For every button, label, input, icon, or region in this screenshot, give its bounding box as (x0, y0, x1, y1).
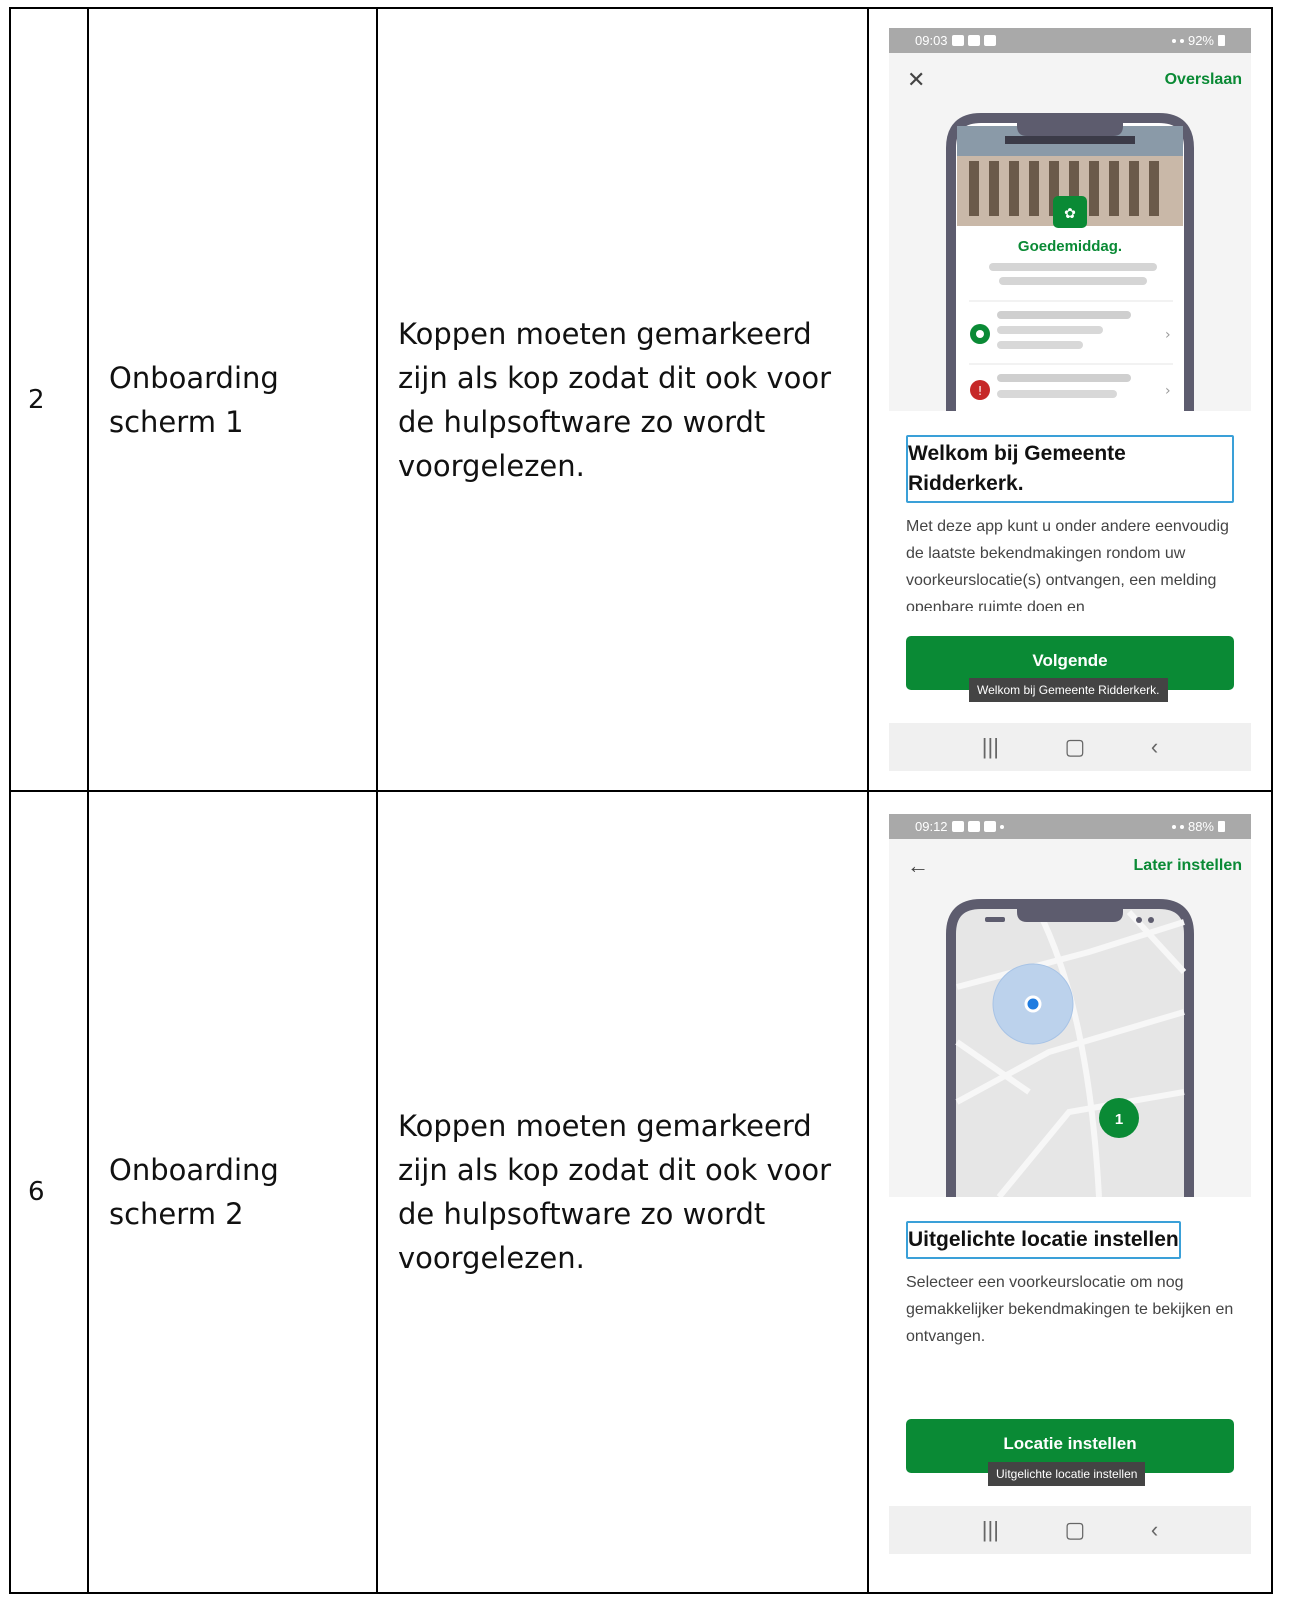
status-time: 09:03 (915, 33, 948, 48)
phone-screenshot: 09:03 92% ✕ Overslaan ✿ Goedemiddag. › !… (889, 28, 1251, 771)
wifi-icon (1179, 824, 1184, 829)
bluetooth-icon (1171, 38, 1176, 43)
svg-text:!: ! (978, 384, 983, 398)
table-row: 2 Onboarding scherm 1 Koppen moeten gema… (9, 7, 1273, 792)
battery-level: 92% (1187, 33, 1214, 48)
onboarding-body: Selecteer een voorkeurslocatie om nog ge… (906, 1274, 1234, 1345)
description-cell: Koppen moeten gemarkeerd zijn als kop zo… (376, 7, 869, 792)
issue-description: Koppen moeten gemarkeerd zijn als kop zo… (398, 316, 832, 483)
svg-text:›: › (1165, 383, 1171, 399)
recent-apps-icon[interactable]: ||| (982, 734, 999, 760)
status-bar: 09:03 92% (889, 28, 1251, 53)
svg-text:✿: ✿ (1064, 205, 1076, 221)
table-row: 6 Onboarding scherm 2 Koppen moeten gema… (9, 790, 1273, 1594)
svg-text:›: › (1165, 327, 1171, 343)
home-icon[interactable]: ▢ (1065, 1517, 1086, 1543)
linkedin-icon (951, 821, 964, 832)
android-nav-bar: ||| ▢ ‹ (889, 1506, 1251, 1554)
later-button[interactable]: Later instellen (1134, 857, 1242, 875)
bluetooth-icon (1171, 824, 1176, 829)
battery-level: 88% (1187, 819, 1214, 834)
status-time: 09:12 (915, 819, 948, 834)
screenshot-cell: 09:12 88% ← Later instellen 1 Uitgelicht… (867, 790, 1273, 1594)
app-icon (983, 35, 996, 46)
notification-icon (951, 35, 964, 46)
description-cell: Koppen moeten gemarkeerd zijn als kop zo… (376, 790, 869, 1594)
number-cell: 6 (9, 790, 89, 1594)
back-icon[interactable]: ‹ (1151, 734, 1158, 760)
phone-screenshot: 09:12 88% ← Later instellen 1 Uitgelicht… (889, 814, 1251, 1554)
map-badge: 1 (1115, 1111, 1123, 1128)
name-cell: Onboarding scherm 1 (87, 7, 378, 792)
row-number: 6 (28, 1177, 45, 1207)
app-bar: ← Later instellen (889, 839, 1251, 892)
onboarding-illustration: 1 (889, 892, 1251, 1199)
back-icon[interactable]: ‹ (1151, 1517, 1158, 1543)
onboarding-heading: Welkom bij Gemeente Ridderkerk. (906, 435, 1234, 503)
onboarding-heading: Uitgelichte locatie instellen (906, 1221, 1181, 1259)
linkedin-icon (983, 821, 996, 832)
arrow-left-icon[interactable]: ← (907, 853, 929, 879)
onboarding-illustration: ✿ Goedemiddag. › ! › (889, 106, 1251, 411)
number-cell: 2 (9, 7, 89, 792)
notification-icon (967, 821, 980, 832)
status-bar: 09:12 88% (889, 814, 1251, 839)
screen-name: Onboarding scherm 2 (109, 1153, 279, 1231)
tooltip: Uitgelichte locatie instellen (988, 1462, 1146, 1486)
skip-button[interactable]: Overslaan (1165, 71, 1242, 89)
tooltip: Welkom bij Gemeente Ridderkerk. (969, 678, 1168, 702)
android-nav-bar: ||| ▢ ‹ (889, 723, 1251, 771)
document-table: 2 Onboarding scherm 1 Koppen moeten gema… (9, 7, 1273, 1594)
screenshot-cell: 09:03 92% ✕ Overslaan ✿ Goedemiddag. › !… (867, 7, 1273, 792)
dot-icon (999, 824, 1004, 829)
recent-apps-icon[interactable]: ||| (982, 1517, 999, 1543)
battery-icon (1218, 821, 1225, 832)
linkedin-icon (967, 35, 980, 46)
name-cell: Onboarding scherm 2 (87, 790, 378, 1594)
close-icon[interactable]: ✕ (907, 67, 925, 93)
screen-name: Onboarding scherm 1 (109, 360, 279, 439)
issue-description: Koppen moeten gemarkeerd zijn als kop zo… (398, 1109, 832, 1275)
greeting-text: Goedemiddag. (1018, 238, 1122, 255)
battery-icon (1218, 35, 1225, 46)
map-mockup-illustration: 1 (946, 899, 1194, 1199)
phone-mockup-illustration: ✿ Goedemiddag. › ! › (946, 113, 1194, 411)
onboarding-body: Met deze app kunt u onder andere eenvoud… (906, 518, 1229, 611)
row-number: 2 (28, 384, 45, 415)
wifi-icon (1179, 38, 1184, 43)
app-bar: ✕ Overslaan (889, 53, 1251, 106)
home-icon[interactable]: ▢ (1065, 734, 1086, 760)
